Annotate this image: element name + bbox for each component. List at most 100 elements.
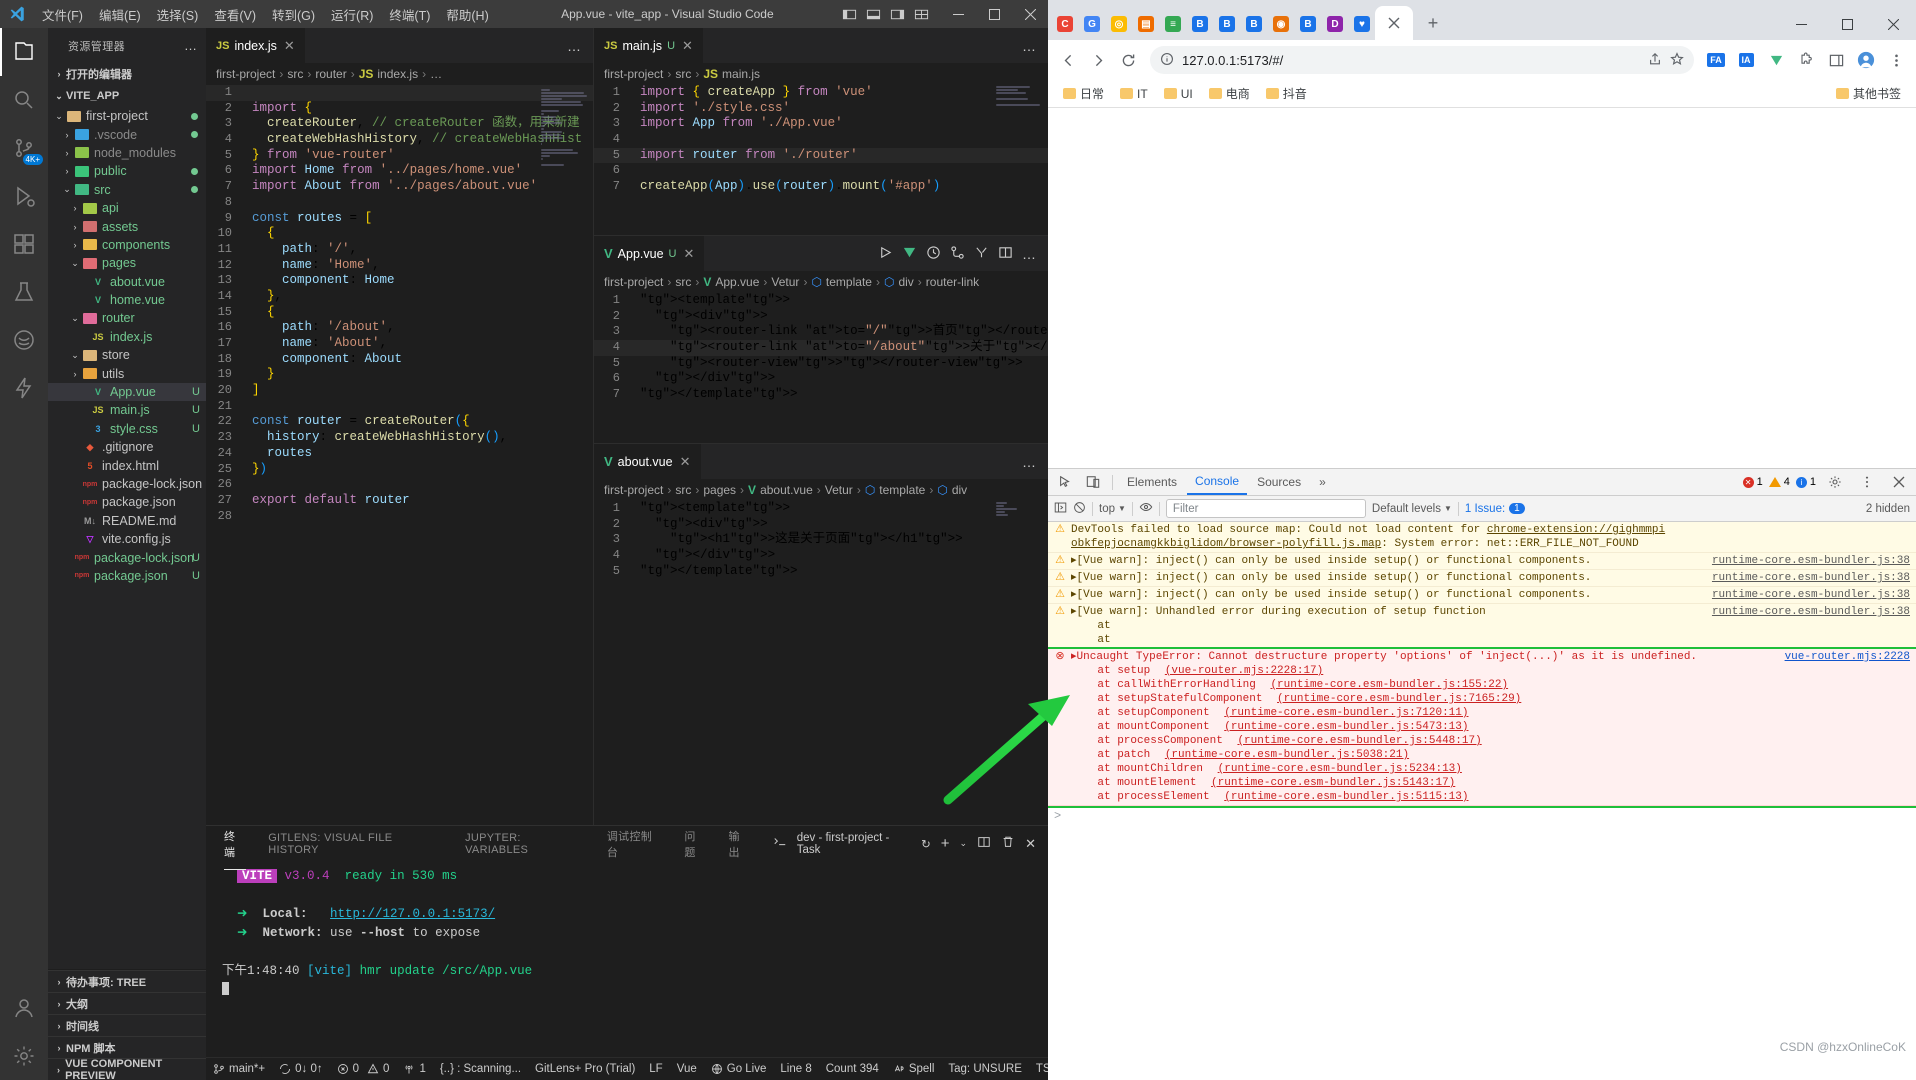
status-tag[interactable]: Tag: UNSURE bbox=[941, 1058, 1029, 1080]
activity-thunder[interactable] bbox=[0, 364, 48, 412]
tabs-app-vue[interactable]: V App.vue U ✕ bbox=[594, 236, 1048, 271]
close-panel-icon[interactable]: ✕ bbox=[1025, 836, 1036, 852]
menu-edit[interactable]: 编辑(E) bbox=[91, 2, 149, 27]
terminal-output[interactable]: VITE v3.0.4 ready in 530 ms ➜ Local: htt… bbox=[206, 861, 1048, 1057]
pinned-tab-3[interactable]: ▤ bbox=[1133, 8, 1159, 40]
code-line[interactable]: 8 bbox=[206, 195, 593, 211]
status-count[interactable]: Count 394 bbox=[819, 1058, 886, 1080]
code-line[interactable]: 2import { bbox=[206, 101, 593, 117]
history-icon[interactable] bbox=[926, 245, 941, 263]
panel-right-icon[interactable] bbox=[886, 0, 908, 28]
panel-tab-debug-console[interactable]: 调试控制台 bbox=[607, 828, 662, 860]
code-line[interactable]: 1"tg"><template"tg">> bbox=[594, 293, 1048, 309]
menu-run[interactable]: 运行(R) bbox=[323, 2, 381, 27]
breadcrumb-main-js[interactable]: first-project› src› JS main.js bbox=[594, 63, 1048, 85]
message-source[interactable]: runtime-core.esm-bundler.js:38 bbox=[1712, 571, 1910, 585]
status-gitlens[interactable]: GitLens+ Pro (Trial) bbox=[528, 1058, 642, 1080]
activity-settings[interactable] bbox=[0, 1032, 48, 1080]
code-line[interactable]: 7"tg"></template"tg">> bbox=[594, 387, 1048, 403]
code-main-js[interactable]: 1import { createApp } from 'vue'2import … bbox=[594, 85, 1048, 235]
kill-terminal-icon[interactable] bbox=[1001, 835, 1015, 852]
bookmarks-bar[interactable]: 日常ITUI电商抖音其他书签 bbox=[1048, 80, 1916, 108]
bookmark-star-icon[interactable] bbox=[1670, 52, 1684, 69]
tree-item-store[interactable]: ⌄store bbox=[48, 346, 206, 364]
chrome-minimize-icon[interactable] bbox=[1778, 8, 1824, 40]
section-todo-tree[interactable]: ›待办事项: TREE bbox=[48, 970, 206, 992]
tab-close-icon[interactable]: ✕ bbox=[684, 246, 695, 262]
code-line[interactable]: 4 bbox=[594, 132, 1048, 148]
editor-more-icon[interactable]: … bbox=[1022, 454, 1037, 470]
tree-item-first-project[interactable]: ⌄first-project bbox=[48, 107, 206, 125]
pinned-tab-7[interactable]: B bbox=[1241, 8, 1267, 40]
code-line[interactable]: 23 history: createWebHashHistory(), bbox=[206, 430, 593, 446]
chrome-maximize-icon[interactable] bbox=[1824, 8, 1870, 40]
bookmark-3[interactable]: 电商 bbox=[1202, 83, 1257, 104]
breadcrumb-part[interactable]: template bbox=[826, 275, 872, 289]
activity-testing[interactable] bbox=[0, 268, 48, 316]
code-line[interactable]: 28 bbox=[206, 509, 593, 525]
code-line[interactable]: 22const router = createRouter({ bbox=[206, 414, 593, 430]
console-prompt[interactable]: > bbox=[1048, 806, 1916, 826]
pinned-tab-10[interactable]: D bbox=[1322, 8, 1348, 40]
site-info-icon[interactable] bbox=[1160, 52, 1174, 69]
code-line[interactable]: 5import router from './router' bbox=[594, 148, 1048, 164]
pinned-tabs[interactable]: CG◎▤≡BBB◉BD♥ bbox=[1052, 8, 1375, 40]
breadcrumb-part[interactable]: first-project bbox=[604, 275, 663, 289]
breadcrumb-index-js[interactable]: first-project› src› router› JS index.js›… bbox=[206, 63, 593, 85]
code-line[interactable]: 6 "tg"></div"tg">> bbox=[594, 371, 1048, 387]
code-index-js[interactable]: 12import {3 createRouter, // createRoute… bbox=[206, 85, 593, 825]
devtools-tabbar[interactable]: Elements Console Sources » ✕ 1 4 bbox=[1048, 469, 1916, 496]
chrome-tabstrip[interactable]: CG◎▤≡BBB◉BD♥ + bbox=[1048, 0, 1916, 40]
breadcrumb-part[interactable]: router-link bbox=[926, 275, 979, 289]
bookmark-0[interactable]: 日常 bbox=[1056, 83, 1111, 104]
breadcrumb-part[interactable]: div bbox=[898, 275, 913, 289]
breadcrumb-part[interactable]: pages bbox=[703, 483, 736, 497]
reload-icon[interactable] bbox=[1114, 46, 1142, 74]
chrome-toolbar[interactable]: 127.0.0.1:5173/#/ FA IA bbox=[1048, 40, 1916, 80]
message-source[interactable]: runtime-core.esm-bundler.js:38 bbox=[1712, 605, 1910, 647]
maximize-icon[interactable] bbox=[976, 0, 1012, 28]
code-line[interactable]: 20] bbox=[206, 383, 593, 399]
breadcrumb-part[interactable]: first-project bbox=[216, 67, 275, 81]
other-bookmarks[interactable]: 其他书签 bbox=[1829, 83, 1908, 104]
issues-button[interactable]: 1 Issue: 1 bbox=[1465, 503, 1525, 515]
breadcrumb-app-vue[interactable]: first-project› src› V App.vue› Vetur› ⬡ … bbox=[594, 271, 1048, 293]
tree-item--gitignore[interactable]: ◆.gitignore bbox=[48, 438, 206, 456]
status-problems[interactable]: 0 0 bbox=[330, 1058, 397, 1080]
breadcrumb-part[interactable]: about.vue bbox=[760, 483, 813, 497]
console-messages[interactable]: ⚠DevTools failed to load source map: Cou… bbox=[1048, 522, 1916, 1080]
activity-extensions[interactable] bbox=[0, 220, 48, 268]
status-go-live[interactable]: Go Live bbox=[704, 1058, 774, 1080]
live-expression-eye-icon[interactable] bbox=[1139, 500, 1153, 517]
page-viewport[interactable]: Elements Console Sources » ✕ 1 4 bbox=[1048, 108, 1916, 1080]
code-line[interactable]: 5} from 'vue-router' bbox=[206, 148, 593, 164]
breadcrumb-part[interactable]: router bbox=[315, 67, 346, 81]
tree-item-utils[interactable]: ›utils bbox=[48, 364, 206, 382]
code-line[interactable]: 3 "tg"><h1"tg">>这是关于页面"tg"></h1"tg">> bbox=[594, 532, 1048, 548]
code-line[interactable]: 16 path: '/about', bbox=[206, 320, 593, 336]
status-language[interactable]: Vue bbox=[670, 1058, 704, 1080]
console-error-block[interactable]: ⊗▸Uncaught TypeError: Cannot destructure… bbox=[1048, 649, 1916, 806]
status-radio-tower[interactable]: 1 bbox=[396, 1058, 432, 1080]
code-line[interactable]: 12 name: 'Home', bbox=[206, 258, 593, 274]
breadcrumb-part[interactable]: src bbox=[675, 483, 691, 497]
console-warning-1[interactable]: ⚠▸[Vue warn]: inject() can only be used … bbox=[1048, 553, 1916, 570]
menu-selection[interactable]: 选择(S) bbox=[149, 2, 207, 27]
activity-accounts[interactable] bbox=[0, 984, 48, 1032]
pinned-tab-9[interactable]: B bbox=[1295, 8, 1321, 40]
devtools-settings-icon[interactable] bbox=[1822, 470, 1848, 494]
panel-tab-terminal[interactable]: 终端 bbox=[224, 828, 246, 860]
minimize-icon[interactable] bbox=[940, 0, 976, 28]
code-line[interactable]: 19 } bbox=[206, 367, 593, 383]
breadcrumb-part[interactable]: div bbox=[952, 483, 967, 497]
window-controls[interactable] bbox=[940, 0, 1048, 28]
tree-item-src[interactable]: ⌄src bbox=[48, 181, 206, 199]
code-line[interactable]: 6 bbox=[594, 163, 1048, 179]
code-line[interactable]: 1import { createApp } from 'vue' bbox=[594, 85, 1048, 101]
status-line[interactable]: Line 8 bbox=[773, 1058, 818, 1080]
status-sync[interactable]: 0↓ 0↑ bbox=[272, 1058, 330, 1080]
code-app-vue[interactable]: 1"tg"><template"tg">>2 "tg"><div"tg">>3 … bbox=[594, 293, 1048, 443]
branch-icon[interactable] bbox=[974, 245, 989, 263]
activity-search[interactable] bbox=[0, 76, 48, 124]
tree-item-about-vue[interactable]: Vabout.vue bbox=[48, 273, 206, 291]
